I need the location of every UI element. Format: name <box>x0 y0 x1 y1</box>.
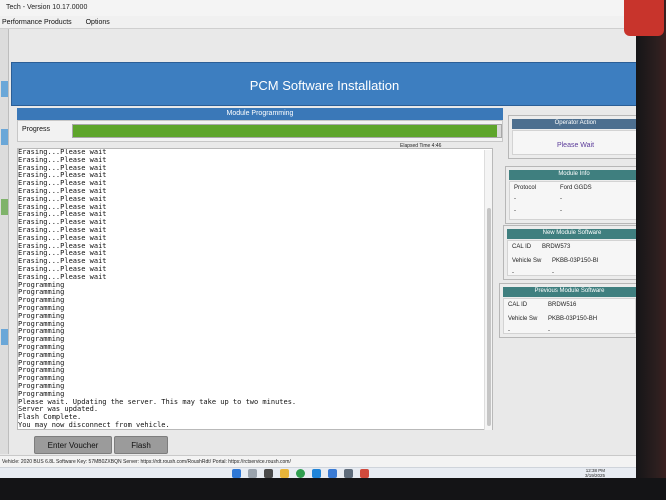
search-icon[interactable] <box>248 469 257 478</box>
module-info-panel: Module Info Protocol Ford GGDS - - - - <box>505 166 643 224</box>
new-vehicle-sw-value: PKBB-03P150-BI <box>552 258 599 264</box>
previous-module-software-title: Previous Module Software <box>534 288 605 294</box>
new-cal-id-label: CAL ID <box>512 244 532 250</box>
edge-icon[interactable] <box>312 469 321 478</box>
log-line: You may now disconnect from vehicle. <box>18 420 170 429</box>
side-tab[interactable] <box>1 129 8 145</box>
operator-action-panel: Operator Action Please Wait <box>508 115 643 159</box>
enter-voucher-label: Enter Voucher <box>47 441 99 450</box>
new-vehicle-sw-label: Vehicle Sw <box>512 258 542 264</box>
previous-cal-id-label: CAL ID <box>508 302 528 308</box>
module-info-title: Module Info <box>558 171 590 177</box>
status-bar: Vehicle: 2020 BUS 6.8L Software Key: 57M… <box>0 455 648 467</box>
previous-module-software-header: Previous Module Software <box>503 287 636 297</box>
progress-row: Progress <box>17 120 503 142</box>
page-title: PCM Software Installation <box>249 78 400 93</box>
previous-module-software-body: CAL ID BRDW516 Vehicle Sw PKBB-03P150-BH… <box>503 298 636 334</box>
progress-bar-fill <box>73 125 497 137</box>
system-tray-clock[interactable]: 12:38 PM 3/19/2025 <box>585 468 605 478</box>
operator-action-header: Operator Action <box>512 119 639 129</box>
monitor-bezel <box>636 0 666 500</box>
module-info-empty-label: - <box>514 208 516 214</box>
app-icon[interactable] <box>360 469 369 478</box>
menu-performance-products[interactable]: Performance Products <box>2 19 72 26</box>
window-titlebar: Tech - Version 10.17.0000 <box>0 0 648 16</box>
new-module-software-header: New Module Software <box>507 229 637 239</box>
previous-software-empty-value: - <box>548 328 550 334</box>
previous-cal-id-value: BRDW516 <box>548 302 577 308</box>
protocol-value: Ford GGDS <box>560 185 592 191</box>
previous-vehicle-sw-value: PKBB-03P150-BH <box>548 316 598 322</box>
status-text: Vehicle: 2020 BUS 6.8L Software Key: 57M… <box>2 459 291 465</box>
previous-module-software-panel: Previous Module Software CAL ID BRDW516 … <box>499 283 640 338</box>
side-tab[interactable] <box>1 329 8 345</box>
previous-vehicle-sw-label: Vehicle Sw <box>508 316 538 322</box>
menu-options[interactable]: Options <box>86 19 110 26</box>
previous-software-empty-label: - <box>508 328 510 334</box>
operator-action-title: Operator Action <box>554 120 597 126</box>
flash-label: Flash <box>131 441 151 450</box>
flash-button[interactable]: Flash <box>114 436 168 454</box>
app-icon[interactable] <box>344 469 353 478</box>
windows-taskbar: 12:38 PM 3/19/2025 <box>0 467 648 478</box>
file-explorer-icon[interactable] <box>280 469 289 478</box>
page-title-banner: PCM Software Installation <box>11 62 638 106</box>
side-tab[interactable] <box>1 199 8 215</box>
store-icon[interactable] <box>328 469 337 478</box>
app-screen: Tech - Version 10.17.0000 Performance Pr… <box>0 0 648 478</box>
new-module-software-panel: New Module Software CAL ID BRDW573 Vehic… <box>503 225 641 280</box>
module-info-body: Protocol Ford GGDS - - - - <box>509 181 639 220</box>
progress-bar <box>72 124 502 138</box>
module-info-empty-value: - <box>560 196 562 202</box>
programming-log: Erasing...Please wait Erasing...Please wa… <box>17 148 493 430</box>
new-module-software-body: CAL ID BRDW573 Vehicle Sw PKBB-03P150-BI… <box>507 240 637 276</box>
module-info-header: Module Info <box>509 170 639 180</box>
operator-action-body: Please Wait <box>512 130 639 155</box>
chrome-icon[interactable] <box>296 469 305 478</box>
operator-action-message: Please Wait <box>556 142 595 149</box>
new-cal-id-value: BRDW573 <box>542 244 571 250</box>
side-tab[interactable] <box>1 81 8 97</box>
new-module-software-title: New Module Software <box>542 230 602 236</box>
log-scrollbar[interactable] <box>484 150 492 430</box>
window-title: Tech - Version 10.17.0000 <box>6 4 88 11</box>
module-info-empty-label: - <box>514 196 516 202</box>
new-software-empty-label: - <box>512 270 514 276</box>
left-side-strip <box>0 29 9 454</box>
background-object <box>624 0 664 36</box>
module-programming-header: Module Programming <box>17 108 503 120</box>
task-view-icon[interactable] <box>264 469 273 478</box>
progress-label: Progress <box>22 126 51 133</box>
module-programming-title: Module Programming <box>226 110 294 117</box>
menu-bar: Performance Products Options <box>0 16 648 29</box>
module-info-empty-value: - <box>560 208 562 214</box>
new-software-empty-value: - <box>552 270 554 276</box>
log-lines: Erasing...Please wait Erasing...Please wa… <box>18 149 296 429</box>
enter-voucher-button[interactable]: Enter Voucher <box>34 436 112 454</box>
monitor-bezel-bottom <box>0 478 666 500</box>
protocol-label: Protocol <box>514 185 537 191</box>
log-scrollbar-thumb[interactable] <box>487 208 491 426</box>
start-icon[interactable] <box>232 469 241 478</box>
photo-frame: Tech - Version 10.17.0000 Performance Pr… <box>0 0 666 500</box>
